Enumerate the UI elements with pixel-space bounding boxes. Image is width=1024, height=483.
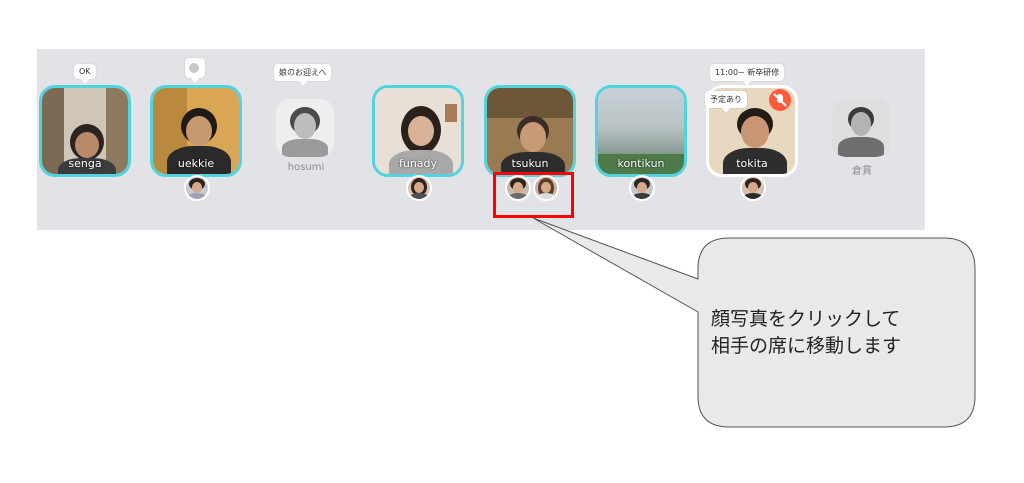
callout-balloon <box>532 217 976 428</box>
callout-line-1: 顔写真をクリックして <box>711 308 901 330</box>
callout-line-2: 相手の席に移動します <box>711 335 902 357</box>
callout-text: 顔写真をクリックして 相手の席に移動します <box>711 306 961 360</box>
